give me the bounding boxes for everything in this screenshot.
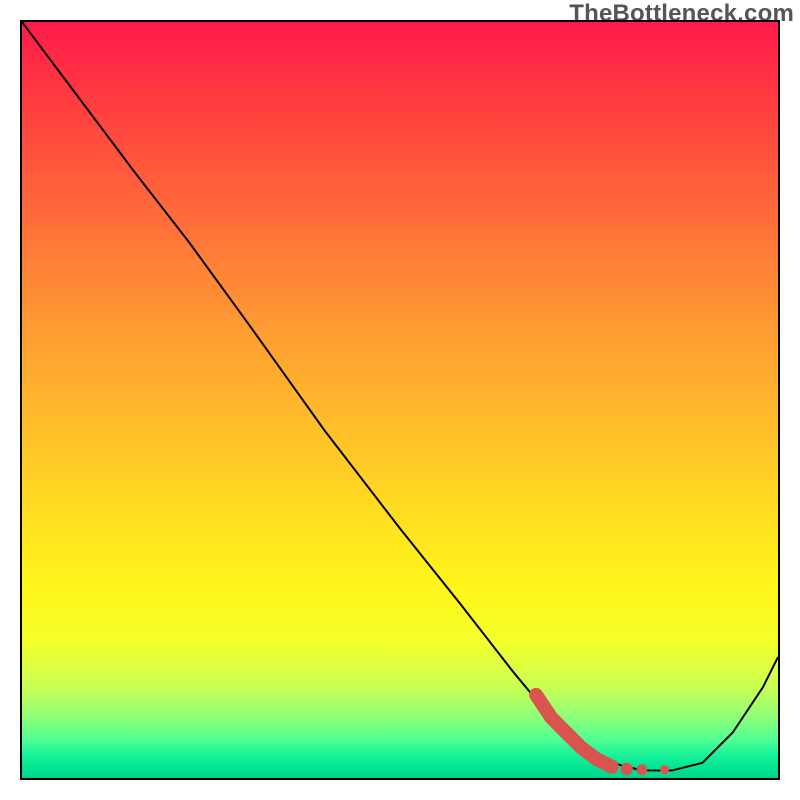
- accent-segment-path: [536, 695, 612, 767]
- accent-dot: [660, 765, 669, 774]
- black-curve-path: [22, 22, 778, 770]
- chart-svg: [22, 22, 778, 778]
- chart-container: TheBottleneck.com: [0, 0, 800, 800]
- accent-dot-group: [605, 760, 669, 775]
- accent-dot: [605, 760, 619, 774]
- plot-area: [20, 20, 780, 780]
- accent-dot: [621, 763, 633, 775]
- accent-dot: [637, 764, 648, 775]
